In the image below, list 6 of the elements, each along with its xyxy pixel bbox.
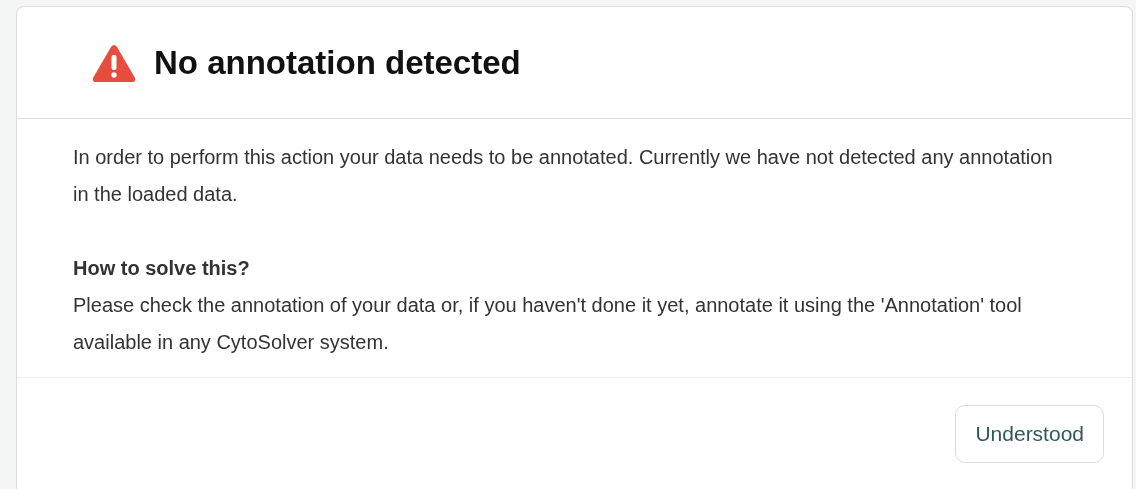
warning-icon: [92, 43, 136, 82]
help-heading: How to solve this?: [73, 256, 251, 281]
message-text: In order to perform this action your data needs to be annotated. Currently we have not detected any annotation in the loaded data.: [73, 145, 1054, 207]
help-text: Please check the annotation of your data or, if you haven't done it yet, annotate it using the 'Annotation' tool available in any CytoSolver system.: [73, 293, 1023, 355]
dialog-title: No annotation detected: [154, 43, 521, 82]
understood-button[interactable]: Understood: [955, 405, 1104, 463]
